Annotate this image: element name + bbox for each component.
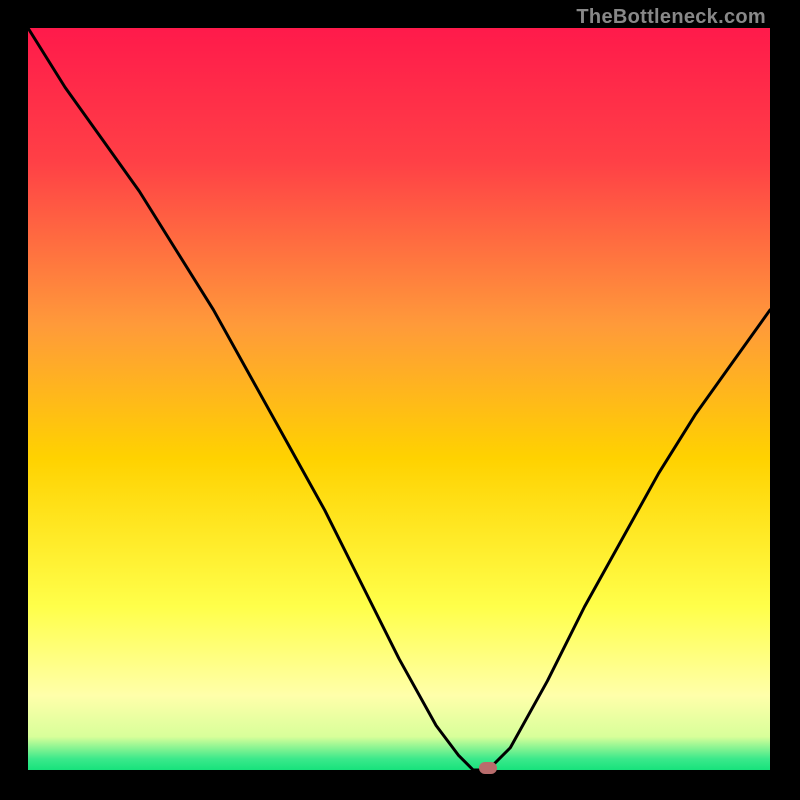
watermark-text: TheBottleneck.com xyxy=(576,6,766,29)
marker-dot xyxy=(479,762,497,774)
plot-area xyxy=(28,28,770,770)
chart-frame: TheBottleneck.com xyxy=(0,0,800,800)
